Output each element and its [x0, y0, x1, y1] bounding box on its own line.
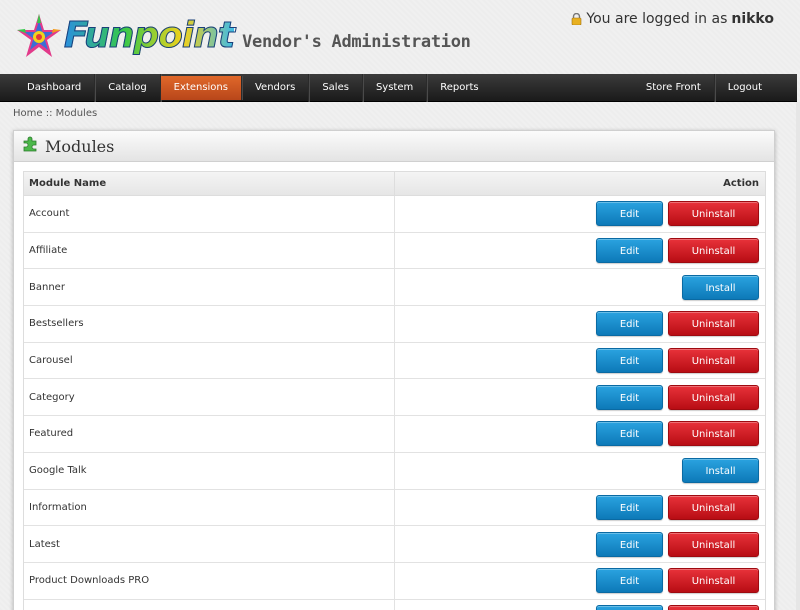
table-row: Account Edit Uninstall [24, 196, 765, 233]
nav-left-group: Dashboard Catalog Extensions Vendors Sales Sy… [14, 74, 492, 102]
uninstall-button[interactable]: Uninstall [668, 201, 759, 227]
uninstall-button[interactable]: Uninstall [668, 238, 759, 264]
logo[interactable]: Funpoint Vendor's Administration [16, 10, 471, 62]
modules-table: Module Name Action Account Edit Uninstall A… [23, 171, 766, 610]
table-row: Information Edit Uninstall [24, 489, 765, 527]
edit-button[interactable]: Edit [596, 531, 663, 557]
nav-item-reports[interactable]: Reports [427, 74, 491, 102]
star-logo-icon [16, 13, 62, 59]
column-header-module-name: Module Name [24, 172, 395, 195]
uninstall-button[interactable]: Uninstall [668, 384, 759, 410]
nav-item-dashboard[interactable]: Dashboard [14, 74, 96, 102]
table-row: Banner Install [24, 269, 765, 307]
action-cell: EditUninstall [395, 343, 765, 379]
header: Funpoint Vendor's Administration You are… [0, 0, 800, 72]
vertical-scrollbar[interactable] [796, 102, 800, 610]
uninstall-button[interactable]: Uninstall [668, 348, 759, 374]
table-row: Bestsellers Edit Uninstall [24, 306, 765, 343]
action-cell: Edit Uninstall [395, 600, 765, 610]
module-name [24, 599, 395, 610]
nav-item-sales[interactable]: Sales [309, 74, 363, 102]
table-row: Featured Edit Uninstall [24, 416, 765, 453]
edit-button[interactable]: Edit [596, 348, 663, 374]
uninstall-button[interactable]: Uninstall [668, 311, 759, 337]
nav-item-store-front[interactable]: Store Front [633, 74, 715, 102]
uninstall-button[interactable]: Uninstall [668, 604, 759, 610]
brand-name: Funpoint [63, 13, 235, 59]
edit-button[interactable]: Edit [596, 421, 663, 447]
module-name: Latest [24, 526, 395, 562]
page-title: Modules [45, 137, 115, 156]
brand-subtitle: Vendor's Administration [242, 32, 471, 52]
edit-button[interactable]: Edit [596, 238, 663, 264]
table-body: Account Edit Uninstall Affiliate Edit Uninsta… [24, 196, 765, 610]
module-name: Account [24, 196, 395, 232]
module-name: Bestsellers [24, 306, 395, 342]
action-cell: Install [395, 269, 765, 305]
table-row: Edit Uninstall [24, 599, 765, 610]
panel-header: Modules [14, 131, 774, 162]
table-row: Affiliate Edit Uninstall [24, 232, 765, 270]
edit-button[interactable]: Edit [596, 604, 663, 610]
module-name: Category [24, 379, 395, 416]
edit-button[interactable]: Edit [596, 494, 663, 520]
uninstall-button[interactable]: Uninstall [668, 421, 759, 447]
table-header: Module Name Action [24, 172, 765, 196]
module-name: Google Talk [24, 452, 395, 489]
module-name: Featured [24, 416, 395, 452]
nav-item-logout[interactable]: Logout [715, 74, 775, 102]
table-row: Category Edit Uninstall [24, 379, 765, 417]
action-cell: EditUninstall [395, 306, 765, 342]
modules-panel: Modules Module Name Action Account Edit Un… [13, 130, 775, 610]
install-button[interactable]: Install [682, 274, 759, 300]
edit-button[interactable]: Edit [596, 201, 663, 227]
nav-item-catalog[interactable]: Catalog [95, 74, 161, 102]
module-name: Carousel [24, 342, 395, 379]
module-name: Affiliate [24, 232, 395, 269]
login-user: nikko [731, 11, 774, 27]
edit-button[interactable]: Edit [596, 311, 663, 337]
action-cell: EditUninstall [395, 563, 765, 599]
lock-icon [571, 12, 582, 26]
table-row: Latest Edit Uninstall [24, 526, 765, 563]
nav-right-group: Store Front Logout [633, 74, 775, 102]
table-row: Carousel Edit Uninstall [24, 342, 765, 380]
table-row: Google Talk Install [24, 452, 765, 490]
module-name: Information [24, 489, 395, 526]
puzzle-icon [22, 136, 38, 152]
action-cell: Install [395, 453, 765, 489]
action-cell: EditUninstall [395, 490, 765, 526]
column-header-action: Action [723, 178, 759, 189]
uninstall-button[interactable]: Uninstall [668, 494, 759, 520]
edit-button[interactable]: Edit [596, 568, 663, 594]
nav-item-extensions[interactable]: Extensions [160, 76, 242, 100]
main-nav: Dashboard Catalog Extensions Vendors Sales Sy… [0, 74, 797, 102]
uninstall-button[interactable]: Uninstall [668, 568, 759, 594]
module-name: Banner [24, 269, 395, 306]
action-cell: EditUninstall [395, 233, 765, 269]
action-cell: EditUninstall [395, 379, 765, 415]
nav-item-vendors[interactable]: Vendors [242, 74, 310, 102]
action-cell: EditUninstall [395, 196, 765, 232]
breadcrumb[interactable]: Home :: Modules [13, 108, 97, 119]
login-prefix: You are logged in as [586, 11, 728, 27]
uninstall-button[interactable]: Uninstall [668, 531, 759, 557]
install-button[interactable]: Install [682, 458, 759, 484]
table-row: Product Downloads PRO Edit Uninstall [24, 562, 765, 600]
action-cell: EditUninstall [395, 526, 765, 562]
nav-item-system[interactable]: System [363, 74, 428, 102]
action-cell: EditUninstall [395, 416, 765, 452]
login-status: You are logged in as nikko [571, 11, 774, 27]
module-name: Product Downloads PRO [24, 562, 395, 599]
edit-button[interactable]: Edit [596, 384, 663, 410]
